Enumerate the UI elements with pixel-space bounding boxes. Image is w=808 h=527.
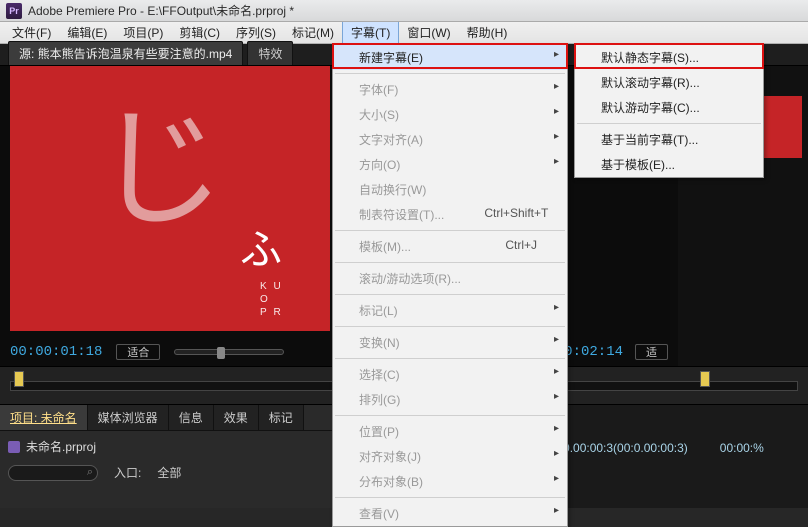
menu-item-text-align[interactable]: 文字对齐(A) [333,127,567,152]
playhead-source[interactable] [14,371,24,387]
graphic-hira: ふ [240,216,282,277]
menu-item-template[interactable]: 模板(M)...Ctrl+J [333,234,567,259]
project-file-icon [8,441,20,453]
inpoint-label: 入口: [114,464,141,481]
zoom-fit-2[interactable]: 适 [635,344,668,360]
menu-title[interactable]: 字幕(T) [342,22,399,43]
effects-tab[interactable]: 特效 [247,41,293,65]
menu-item-tabs[interactable]: 制表符设置(T)...Ctrl+Shift+T [333,202,567,227]
tab-project[interactable]: 项目: 未命名 [0,405,88,430]
menu-item-wrap[interactable]: 自动换行(W) [333,177,567,202]
ruler-mark: 0.00:00:3(00:0.00:00:3) [563,441,688,459]
zoom-fit[interactable]: 适合 [116,344,160,360]
menu-separator [335,294,565,295]
window-title: Adobe Premiere Pro - E:\FFOutput\未命名.prp… [28,2,294,19]
search-icon: ⌕ [87,466,93,479]
menu-separator [335,326,565,327]
search-input[interactable]: ⌕ [8,465,98,481]
tab-effects[interactable]: 效果 [214,405,259,430]
menu-marker[interactable]: 标记(M) [284,22,342,43]
menu-item-roll[interactable]: 滚动/游动选项(R)... [333,266,567,291]
menu-item-position[interactable]: 位置(P) [333,419,567,444]
menu-item-new-title[interactable]: 新建字幕(E) [333,45,567,70]
zoom-slider[interactable] [174,349,284,355]
source-timecode[interactable]: 00:00:01:18 [10,344,102,360]
title-menu: 新建字幕(E) 字体(F) 大小(S) 文字对齐(A) 方向(O) 自动换行(W… [332,44,568,527]
ruler-mark: 00:00:% [720,441,764,459]
tab-markers[interactable]: 标记 [259,405,304,430]
menu-edit[interactable]: 编辑(E) [59,22,115,43]
source-tab[interactable]: 源: 熊本熊告诉泡温泉有些要注意的.mp4 [8,41,243,65]
tab-media-browser[interactable]: 媒体浏览器 [88,405,169,430]
menu-window[interactable]: 窗口(W) [399,22,458,43]
menu-project[interactable]: 项目(P) [115,22,171,43]
menu-item-mark[interactable]: 标记(L) [333,298,567,323]
playhead-program[interactable] [700,371,710,387]
inpoint-value[interactable]: 全部 [157,464,181,481]
menu-sequence[interactable]: 序列(S) [228,22,284,43]
menu-item-orientation[interactable]: 方向(O) [333,152,567,177]
workspace: 源: 熊本熊告诉泡温泉有些要注意的.mp4 特效 じ ふ K UOP R 00:… [0,44,808,508]
menu-item-align[interactable]: 对齐对象(J) [333,444,567,469]
menu-separator [577,123,761,124]
menu-item-select[interactable]: 选择(C) [333,362,567,387]
video-preview: じ ふ K UOP R [10,66,330,331]
submenu-default-still[interactable]: 默认静态字幕(S)... [575,45,763,70]
menu-separator [335,262,565,263]
graphic-small: K UOP R [260,280,283,319]
app-icon: Pr [6,3,22,19]
graphic-char: じ [95,106,225,236]
submenu-default-roll[interactable]: 默认滚动字幕(R)... [575,70,763,95]
tab-info[interactable]: 信息 [169,405,214,430]
menu-item-font[interactable]: 字体(F) [333,77,567,102]
menu-separator [335,73,565,74]
menu-file[interactable]: 文件(F) [4,22,59,43]
menu-item-view[interactable]: 查看(V) [333,501,567,526]
menu-item-transform[interactable]: 变换(N) [333,330,567,355]
submenu-default-crawl[interactable]: 默认游动字幕(C)... [575,95,763,120]
new-title-submenu: 默认静态字幕(S)... 默认滚动字幕(R)... 默认游动字幕(C)... 基… [574,44,764,178]
title-bar: Pr Adobe Premiere Pro - E:\FFOutput\未命名.… [0,0,808,22]
menu-help[interactable]: 帮助(H) [459,22,516,43]
submenu-based-current[interactable]: 基于当前字幕(T)... [575,127,763,152]
submenu-based-template[interactable]: 基于模板(E)... [575,152,763,177]
menu-item-arrange[interactable]: 排列(G) [333,387,567,412]
menu-item-distribute[interactable]: 分布对象(B) [333,469,567,494]
menu-item-size[interactable]: 大小(S) [333,102,567,127]
menu-separator [335,230,565,231]
menu-separator [335,497,565,498]
project-file-name: 未命名.prproj [26,438,96,455]
menu-separator [335,415,565,416]
menu-separator [335,358,565,359]
menu-clip[interactable]: 剪辑(C) [171,22,228,43]
